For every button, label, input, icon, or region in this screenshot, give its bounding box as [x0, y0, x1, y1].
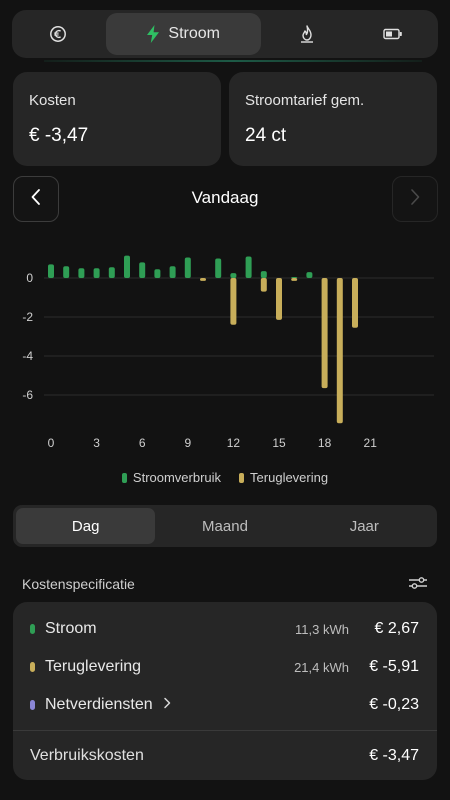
- chevron-left-icon: [30, 188, 42, 211]
- consumption-bar[interactable]: [154, 269, 161, 278]
- tariff-card: Stroomtarief gem. 24 ct: [229, 72, 437, 166]
- period-tabs: Dag Maand Jaar: [13, 505, 437, 547]
- y-tick-label: 0: [26, 271, 33, 285]
- consumption-bar[interactable]: [139, 262, 146, 278]
- tab-year[interactable]: Jaar: [295, 508, 434, 544]
- tab-costs[interactable]: [16, 13, 100, 55]
- feed-in-bar[interactable]: [260, 278, 267, 292]
- feed-in-bar[interactable]: [291, 278, 298, 281]
- euro-icon: [49, 25, 67, 43]
- feed-in-bar[interactable]: [200, 278, 206, 281]
- energy-bar-chart: 0 -2 -4 -6 0 3 6 9 12 15 18 21: [22, 255, 434, 450]
- energy-type-tabs: Stroom: [12, 10, 438, 58]
- lightning-icon: [146, 25, 160, 43]
- spec-netverdiensten-amount: € -0,23: [369, 696, 419, 713]
- spec-total-row: Verbruikskosten € -3,47: [13, 736, 437, 776]
- costs-card: Kosten € -3,47: [13, 72, 221, 166]
- spec-row-netverdiensten[interactable]: Netverdiensten € -0,23: [13, 686, 437, 724]
- cost-spec-title: Kostenspecificatie: [22, 576, 135, 592]
- tab-day[interactable]: Dag: [16, 508, 156, 544]
- consumption-bar[interactable]: [124, 255, 130, 278]
- cost-spec-card: Stroom 11,3 kWh € 2,67 Teruglevering 21,…: [13, 602, 437, 780]
- consumption-bar[interactable]: [245, 256, 252, 278]
- spec-teruglevering-name: Teruglevering: [45, 658, 142, 675]
- tab-stroom[interactable]: Stroom: [105, 13, 261, 55]
- stroom-dot: [30, 624, 35, 634]
- tab-battery[interactable]: [352, 13, 434, 55]
- spec-divider: [13, 730, 437, 731]
- netverdiensten-dot: [30, 700, 35, 710]
- sliders-icon: [408, 577, 428, 596]
- spec-netverdiensten-name: Netverdiensten: [45, 696, 153, 713]
- feed-in-bar[interactable]: [321, 278, 328, 389]
- consumption-bar[interactable]: [215, 258, 222, 279]
- battery-icon: [383, 28, 403, 40]
- consumption-bar[interactable]: [108, 267, 115, 278]
- spec-stroom-kwh: 11,3 kWh: [295, 621, 349, 637]
- date-title: Vandaag: [191, 188, 259, 207]
- filter-settings-button[interactable]: [408, 574, 428, 597]
- tab-gas[interactable]: [261, 13, 353, 55]
- x-tick-label: 3: [93, 436, 100, 450]
- chevron-right-icon: [163, 696, 171, 714]
- tariff-value: 24 ct: [245, 125, 287, 146]
- consumption-bar[interactable]: [78, 268, 85, 278]
- consumption-bar[interactable]: [93, 268, 100, 278]
- consumption-bar[interactable]: [63, 266, 70, 278]
- consumption-bar[interactable]: [306, 272, 313, 278]
- chart-legend: Stroomverbruik Teruglevering: [0, 470, 450, 485]
- x-tick-label: 0: [48, 436, 55, 450]
- spec-total-amount: € -3,47: [369, 747, 419, 764]
- feed-in-bar[interactable]: [352, 278, 358, 328]
- legend-consumption-swatch: [121, 472, 127, 483]
- y-tick-label: -4: [22, 349, 33, 363]
- spec-stroom-name: Stroom: [45, 620, 97, 637]
- consumption-bar[interactable]: [260, 271, 267, 278]
- feed-in-bar[interactable]: [276, 278, 282, 320]
- x-tick-label: 6: [139, 436, 146, 450]
- spec-row-teruglevering: Teruglevering 21,4 kWh € -5,91: [13, 648, 437, 686]
- legend-consumption: Stroomverbruik: [121, 470, 222, 485]
- feed-in-bar[interactable]: [336, 278, 343, 424]
- active-tab-accent-line: [44, 60, 422, 62]
- teruglevering-dot: [30, 662, 35, 672]
- chevron-right-icon: [409, 188, 421, 211]
- consumption-bar[interactable]: [230, 273, 237, 278]
- x-tick-label: 18: [318, 436, 332, 450]
- x-tick-label: 21: [364, 436, 378, 450]
- consumption-bar[interactable]: [169, 266, 176, 278]
- x-tick-label: 9: [184, 436, 191, 450]
- consumption-bar[interactable]: [48, 264, 54, 278]
- tariff-label: Stroomtarief gem.: [245, 92, 365, 109]
- legend-feed-in-label: Teruglevering: [250, 470, 329, 485]
- legend-consumption-label: Stroomverbruik: [132, 470, 222, 485]
- x-tick-label: 15: [272, 436, 286, 450]
- spec-total-label: Verbruikskosten: [30, 747, 144, 764]
- tab-month[interactable]: Maand: [155, 508, 294, 544]
- feed-in-bar[interactable]: [230, 278, 237, 325]
- legend-feed-in-swatch: [239, 472, 245, 483]
- previous-day-button[interactable]: [13, 176, 59, 222]
- consumption-bar[interactable]: [184, 257, 191, 278]
- spec-row-stroom: Stroom 11,3 kWh € 2,67: [13, 610, 437, 648]
- consumption-bar[interactable]: [291, 277, 298, 279]
- costs-label: Kosten: [29, 92, 76, 109]
- y-tick-label: -2: [22, 310, 33, 324]
- legend-feed-in: Teruglevering: [239, 470, 328, 485]
- spec-teruglevering-amount: € -5,91: [369, 658, 419, 675]
- y-tick-label: -6: [22, 388, 33, 402]
- spec-teruglevering-kwh: 21,4 kWh: [294, 659, 349, 675]
- next-day-button[interactable]: [392, 176, 438, 222]
- flame-icon: [299, 25, 315, 43]
- x-tick-label: 12: [227, 436, 241, 450]
- tab-stroom-label: Stroom: [168, 25, 220, 42]
- spec-stroom-amount: € 2,67: [374, 620, 419, 637]
- costs-value: € -3,47: [29, 125, 89, 146]
